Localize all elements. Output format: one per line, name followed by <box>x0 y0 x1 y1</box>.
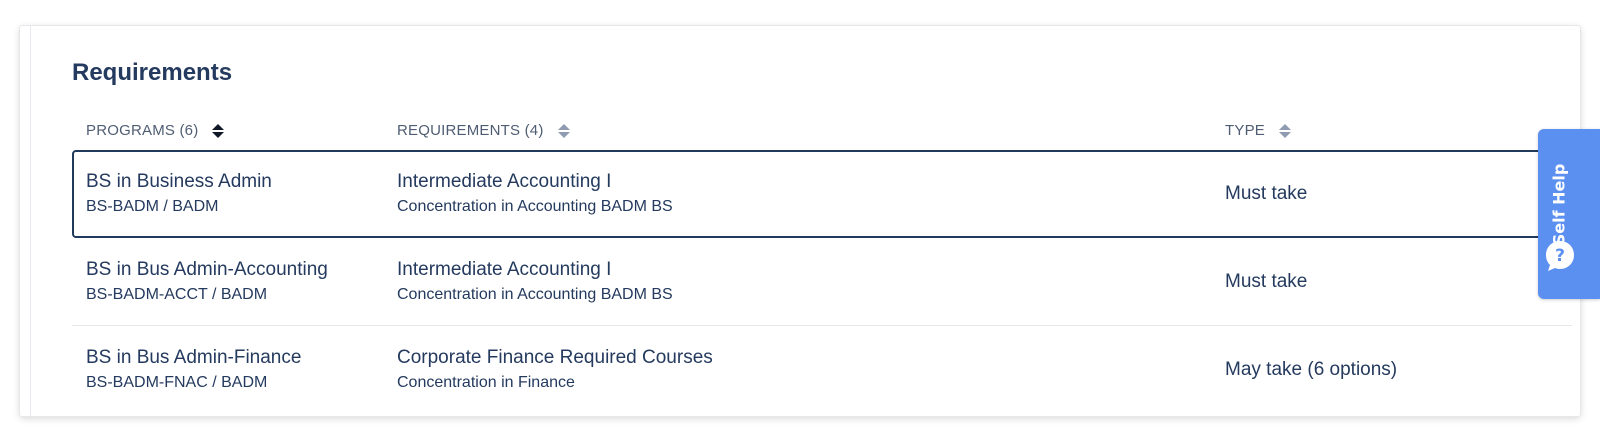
card-left-rule <box>30 26 31 416</box>
self-help-label-wrap: Self Help <box>1549 159 1569 249</box>
self-help-label: Self Help <box>1549 163 1569 245</box>
requirement-type: Must take <box>1225 271 1308 292</box>
program-code: BS-BADM / BADM <box>86 198 219 215</box>
requirement-cell: Intermediate Accounting I Concentration … <box>397 152 673 236</box>
sort-icon[interactable] <box>557 123 570 138</box>
requirement-name: Corporate Finance Required Courses <box>397 347 713 368</box>
program-code: BS-BADM-ACCT / BADM <box>86 286 268 303</box>
self-help-button[interactable]: Self Help ? <box>1538 129 1600 299</box>
requirement-type: Must take <box>1225 183 1308 204</box>
column-header-type-label: TYPE <box>1225 122 1265 139</box>
sort-icon[interactable] <box>1278 123 1291 138</box>
type-cell: Must take <box>1225 152 1307 236</box>
column-header-requirements-label: REQUIREMENTS (4) <box>397 122 544 139</box>
program-name: BS in Bus Admin-Finance <box>86 347 302 368</box>
requirement-type: May take (6 options) <box>1225 359 1398 380</box>
table-row[interactable]: BS in Bus Admin-Finance BS-BADM-FNAC / B… <box>72 326 1572 414</box>
program-name: BS in Bus Admin-Accounting <box>86 259 328 280</box>
type-cell: Must take <box>1225 238 1307 326</box>
column-header-type[interactable]: TYPE <box>1225 122 1291 139</box>
requirement-name: Intermediate Accounting I <box>397 259 612 280</box>
requirements-card: Requirements PROGRAMS (6) REQUIREMENTS (… <box>20 26 1580 416</box>
column-header-programs[interactable]: PROGRAMS (6) <box>86 122 225 139</box>
program-name: BS in Business Admin <box>86 171 272 192</box>
program-cell: BS in Business Admin BS-BADM / BADM <box>86 152 272 236</box>
requirement-cell: Corporate Finance Required Courses Conce… <box>397 326 713 414</box>
section-title: Requirements <box>72 59 233 86</box>
table-row[interactable]: BS in Bus Admin-Accounting BS-BADM-ACCT … <box>72 238 1572 326</box>
program-cell: BS in Bus Admin-Finance BS-BADM-FNAC / B… <box>86 326 301 414</box>
column-header-requirements[interactable]: REQUIREMENTS (4) <box>397 122 570 139</box>
program-cell: BS in Bus Admin-Accounting BS-BADM-ACCT … <box>86 238 328 326</box>
program-code: BS-BADM-FNAC / BADM <box>86 374 268 391</box>
requirement-name: Intermediate Accounting I <box>397 171 612 192</box>
column-header-programs-label: PROGRAMS (6) <box>86 122 199 139</box>
requirement-detail: Concentration in Accounting BADM BS <box>397 286 673 303</box>
sort-icon[interactable] <box>212 123 225 138</box>
svg-text:?: ? <box>1555 246 1565 266</box>
question-bubble-icon: ? <box>1546 241 1574 271</box>
table-row[interactable]: BS in Business Admin BS-BADM / BADM Inte… <box>72 150 1572 238</box>
type-cell: May take (6 options) <box>1225 326 1397 414</box>
requirement-cell: Intermediate Accounting I Concentration … <box>397 238 673 326</box>
requirement-detail: Concentration in Accounting BADM BS <box>397 198 673 215</box>
requirement-detail: Concentration in Finance <box>397 374 575 391</box>
